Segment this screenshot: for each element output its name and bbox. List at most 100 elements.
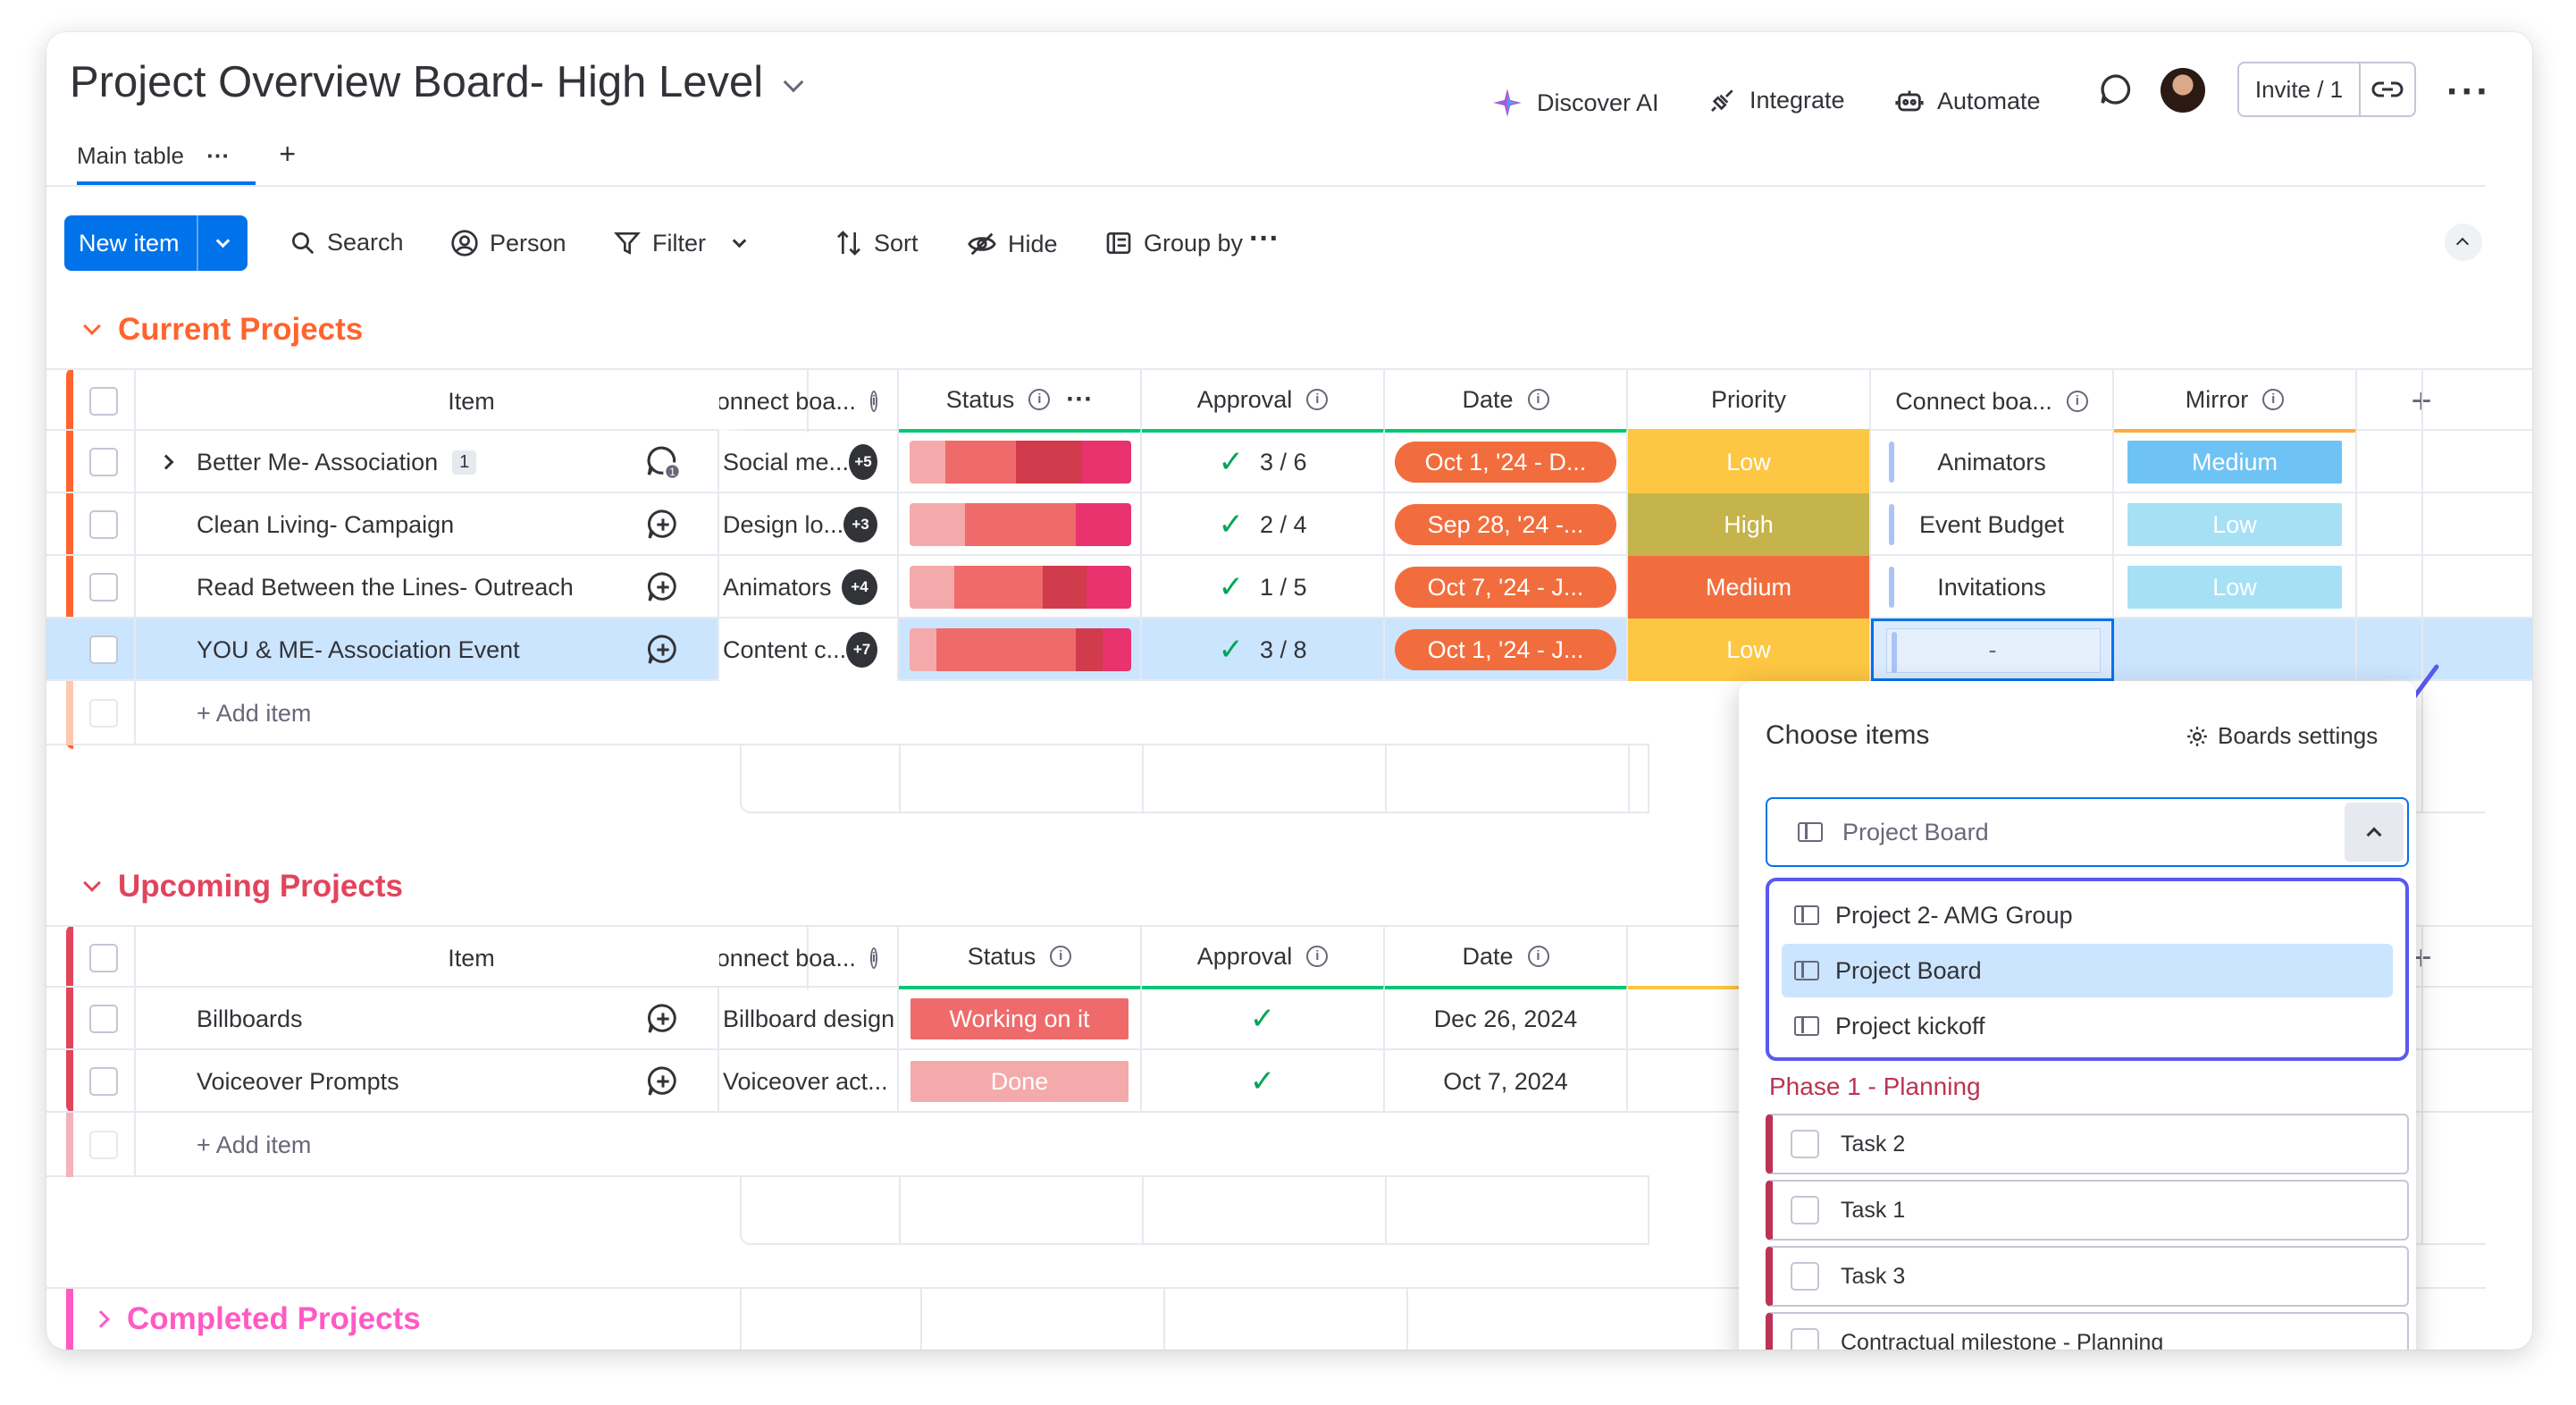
table-row[interactable]: Clean Living- Campaign Design lo... +3 ✓ 2… (46, 493, 2532, 556)
info-icon[interactable]: i (1050, 946, 1072, 967)
connect-cell[interactable]: Content c... +7 (719, 618, 899, 681)
add-item-input[interactable]: + Add item (136, 681, 940, 745)
row-checkbox-cell[interactable] (73, 618, 136, 681)
status-cell[interactable]: Working on it (899, 988, 1142, 1050)
task-checkbox[interactable] (1791, 1130, 1819, 1158)
chat-bubble-icon[interactable] (2098, 72, 2134, 107)
column-header-connect[interactable]: Connect boa... i (719, 370, 899, 433)
item-name[interactable]: Better Me- Association (197, 449, 438, 476)
status-cell[interactable] (899, 431, 1142, 493)
group-expand-chevron-icon[interactable] (92, 1310, 110, 1328)
task-item[interactable]: Contractual milestone - Planning (1766, 1312, 2409, 1350)
expand-subitems-chevron-icon[interactable] (158, 454, 174, 470)
filter-button[interactable]: Filter (613, 229, 747, 257)
group-title-upcoming[interactable]: Upcoming Projects (83, 869, 403, 904)
new-item-button[interactable]: New item (64, 215, 248, 271)
column-header-mirror[interactable]: Mirror i (2114, 370, 2357, 433)
info-icon[interactable]: i (869, 947, 877, 969)
group-title-completed[interactable]: Completed Projects (92, 1301, 421, 1337)
new-item-dropdown-icon[interactable] (198, 233, 248, 248)
updates-cell[interactable] (608, 618, 719, 681)
status-cell[interactable] (899, 618, 1142, 681)
toolbar-more-icon[interactable]: ··· (1249, 222, 1280, 257)
board-option[interactable]: Project kickoff (1782, 999, 2393, 1053)
mirror-cell[interactable]: Low (2114, 556, 2357, 618)
status-cell[interactable] (899, 493, 1142, 556)
connect-cell[interactable]: Design lo... +3 (719, 493, 899, 556)
item-name[interactable]: Billboards (197, 1005, 303, 1033)
board-title[interactable]: Project Overview Board- High Level (70, 57, 804, 107)
priority-cell[interactable]: High (1628, 493, 1871, 556)
column-header-item[interactable]: Item (136, 927, 809, 989)
group-collapse-chevron-icon[interactable] (83, 317, 101, 335)
user-avatar[interactable] (2161, 68, 2205, 113)
item-name[interactable]: Clean Living- Campaign (197, 511, 454, 539)
row-checkbox[interactable] (89, 448, 118, 476)
title-chevron-down-icon[interactable] (783, 72, 804, 93)
column-header-date[interactable]: Date i (1385, 927, 1628, 989)
info-icon[interactable]: i (1527, 389, 1549, 410)
integrate-button[interactable]: Integrate (1708, 86, 1845, 114)
add-update-icon[interactable] (645, 632, 681, 668)
add-item-row[interactable]: + Add item (46, 1113, 1649, 1177)
priority-cell[interactable]: Low (1628, 431, 1871, 493)
item-name[interactable]: Read Between the Lines- Outreach (197, 574, 574, 602)
connect-cell[interactable]: Billboard design (719, 988, 899, 1050)
updates-cell[interactable] (608, 556, 719, 618)
status-cell[interactable] (899, 556, 1142, 618)
row-checkbox[interactable] (89, 1067, 118, 1096)
tab-main-table[interactable]: Main table (77, 142, 184, 169)
column-header-status[interactable]: Status i (899, 927, 1142, 989)
add-update-icon[interactable] (645, 1001, 681, 1037)
task-checkbox[interactable] (1791, 1196, 1819, 1224)
row-checkbox[interactable] (89, 635, 118, 664)
connect-cell[interactable]: Animators +4 (719, 556, 899, 618)
column-header-priority[interactable]: Priority (1628, 370, 1871, 433)
update-bubble-icon[interactable]: 1 (644, 443, 682, 481)
more-options-icon[interactable]: ··· (2446, 70, 2491, 114)
task-item[interactable]: Task 3 (1766, 1246, 2409, 1307)
connect-2-cell[interactable]: Invitations (1871, 556, 2114, 618)
priority-cell[interactable]: Medium (1628, 556, 1871, 618)
info-icon[interactable]: i (1306, 389, 1329, 410)
group-collapse-chevron-icon[interactable] (83, 874, 101, 892)
group-title-current[interactable]: Current Projects (83, 312, 363, 348)
column-header-status[interactable]: Status i ··· (899, 370, 1142, 433)
connect-more-badge[interactable]: +7 (846, 632, 877, 668)
updates-cell[interactable] (608, 1050, 719, 1113)
collapse-header-button[interactable] (2445, 223, 2482, 261)
connect-2-cell[interactable]: Event Budget (1871, 493, 2114, 556)
copy-link-icon[interactable] (2361, 63, 2414, 115)
info-icon[interactable]: i (869, 391, 877, 412)
row-checkbox[interactable] (89, 1005, 118, 1033)
connect-more-badge[interactable]: +3 (843, 507, 877, 543)
date-cell[interactable]: Oct 1, '24 - J... (1385, 618, 1628, 681)
mirror-cell[interactable]: Medium (2114, 431, 2357, 493)
connect-cell[interactable]: Voiceover act... (719, 1050, 899, 1113)
info-icon[interactable]: i (2066, 391, 2088, 412)
info-icon[interactable]: i (1028, 389, 1051, 410)
column-header-approval[interactable]: Approval i (1142, 927, 1385, 989)
info-icon[interactable]: i (1527, 946, 1549, 967)
board-option[interactable]: Project 2- AMG Group (1782, 888, 2393, 942)
row-checkbox-cell[interactable] (73, 988, 136, 1050)
mirror-cell[interactable]: Low (2114, 493, 2357, 556)
table-row[interactable]: Read Between the Lines- Outreach Animato… (46, 556, 2532, 618)
info-icon[interactable]: i (1306, 946, 1329, 967)
add-update-icon[interactable] (645, 1064, 681, 1099)
item-name[interactable]: YOU & ME- Association Event (197, 636, 520, 664)
column-header-connect[interactable]: Connect boa... i (719, 927, 899, 989)
approval-cell[interactable]: ✓ 3 / 8 (1142, 618, 1385, 681)
dropdown-chevron-up-icon[interactable] (2345, 803, 2404, 862)
approval-cell[interactable]: ✓ (1142, 988, 1385, 1050)
row-checkbox[interactable] (89, 510, 118, 539)
date-cell[interactable]: Oct 1, '24 - D... (1385, 431, 1628, 493)
select-all-checkbox[interactable] (89, 944, 118, 972)
task-item[interactable]: Task 2 (1766, 1114, 2409, 1174)
automate-button[interactable]: Automate (1894, 86, 2041, 116)
column-header-approval[interactable]: Approval i (1142, 370, 1385, 433)
connect-2-cell-editing[interactable]: - (1871, 618, 2114, 681)
task-checkbox[interactable] (1791, 1262, 1819, 1291)
select-all-checkbox-cell[interactable] (73, 927, 136, 989)
add-view-button[interactable]: + (279, 138, 296, 170)
